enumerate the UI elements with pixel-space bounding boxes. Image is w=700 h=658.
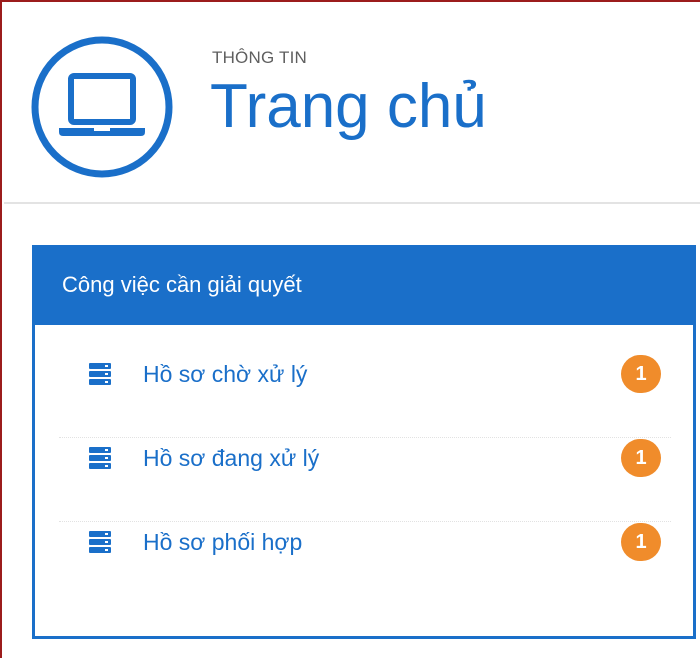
laptop-icon	[30, 35, 174, 179]
list-item-coordination[interactable]: Hồ sơ phối hợp 1	[59, 523, 671, 607]
list-item-in-progress[interactable]: Hồ sơ đang xử lý 1	[59, 439, 671, 523]
task-list: Hồ sơ chờ xử lý 1 Hồ sơ đang xử lý 1 Hồ …	[59, 355, 671, 607]
count-badge: 1	[621, 523, 661, 561]
count-badge: 1	[621, 355, 661, 393]
server-icon	[89, 531, 111, 553]
list-item-row: Hồ sơ đang xử lý 1	[59, 439, 671, 479]
list-item-label[interactable]: Hồ sơ đang xử lý	[143, 445, 319, 472]
list-item-row: Hồ sơ phối hợp 1	[59, 523, 671, 563]
server-icon	[89, 363, 111, 385]
page-eyebrow: THÔNG TIN	[212, 48, 307, 67]
divider	[59, 521, 671, 522]
list-item-row: Hồ sơ chờ xử lý 1	[59, 355, 671, 395]
panel-header: Công việc cần giải quyết	[32, 245, 696, 325]
app-frame: THÔNG TIN Trang chủ Công việc cần giải q…	[0, 0, 700, 658]
tasks-panel: Công việc cần giải quyết Hồ sơ chờ xử lý…	[32, 245, 696, 639]
panel-title: Công việc cần giải quyết	[62, 272, 302, 297]
page-title: Trang chủ	[210, 72, 487, 141]
server-icon	[89, 447, 111, 469]
list-item-label[interactable]: Hồ sơ phối hợp	[143, 529, 302, 556]
list-item-pending[interactable]: Hồ sơ chờ xử lý 1	[59, 355, 671, 439]
list-item-label[interactable]: Hồ sơ chờ xử lý	[143, 361, 307, 388]
count-badge: 1	[621, 439, 661, 477]
page-header: THÔNG TIN Trang chủ	[4, 4, 700, 204]
divider	[59, 437, 671, 438]
